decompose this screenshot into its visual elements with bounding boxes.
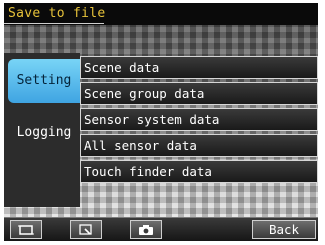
zoom-button[interactable] bbox=[70, 220, 102, 239]
back-button[interactable]: Back bbox=[252, 220, 316, 239]
menu-item-sensor-system-data[interactable]: Sensor system data bbox=[80, 108, 318, 131]
menu-item-scene-group-data[interactable]: Scene group data bbox=[80, 82, 318, 105]
frame-button[interactable] bbox=[10, 220, 42, 239]
tab-logging[interactable]: Logging bbox=[8, 111, 80, 155]
menu-item-all-sensor-data[interactable]: All sensor data bbox=[80, 134, 318, 157]
title-underline bbox=[4, 23, 104, 24]
zoom-icon bbox=[79, 223, 93, 236]
page-title: Save to file bbox=[8, 6, 106, 21]
menu-item-scene-data[interactable]: Scene data bbox=[80, 56, 318, 79]
title-bar: Save to file bbox=[4, 3, 318, 25]
bottom-toolbar: Back bbox=[4, 217, 318, 241]
menu-item-touch-finder-data[interactable]: Touch finder data bbox=[80, 160, 318, 183]
tab-setting[interactable]: Setting bbox=[8, 59, 80, 103]
capture-button[interactable] bbox=[130, 220, 162, 239]
camera-icon bbox=[138, 224, 154, 236]
frame-icon bbox=[18, 224, 34, 236]
touch-finder-screen: Save to file Setting Logging Scene data … bbox=[4, 3, 318, 241]
